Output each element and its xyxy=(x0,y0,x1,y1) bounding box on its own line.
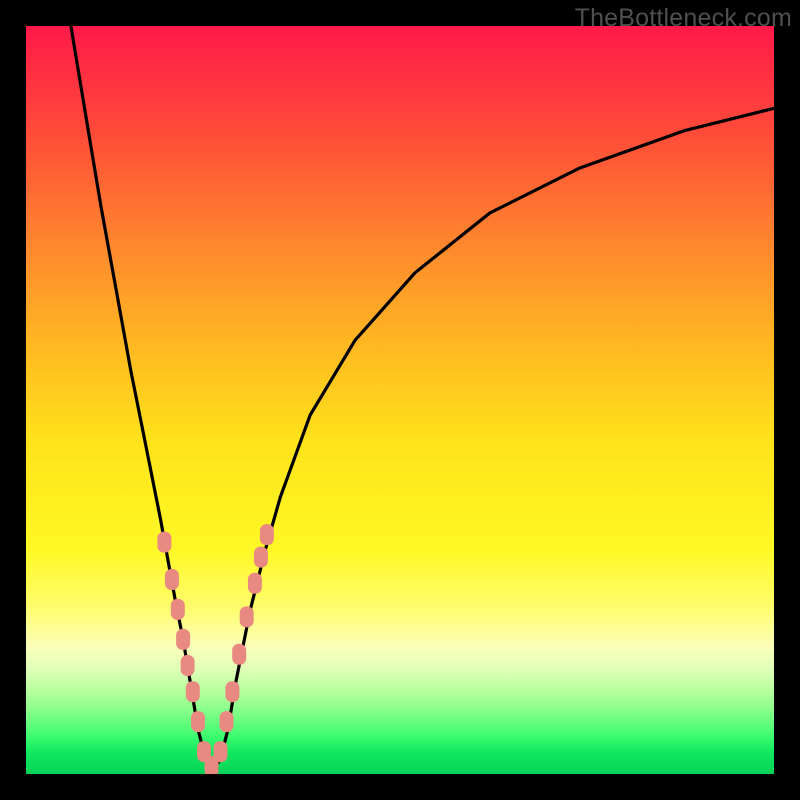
marker-point xyxy=(165,570,178,590)
marker-point xyxy=(260,525,273,545)
outer-frame: TheBottleneck.com xyxy=(0,0,800,800)
marker-point xyxy=(233,644,246,664)
chart-svg xyxy=(26,26,774,774)
marker-point xyxy=(186,682,199,702)
bottleneck-curve-path xyxy=(71,26,774,770)
marker-point xyxy=(214,742,227,762)
marker-point xyxy=(171,599,184,619)
marker-point xyxy=(158,532,171,552)
marker-point xyxy=(220,712,233,732)
marker-point xyxy=(240,607,253,627)
marker-point xyxy=(192,712,205,732)
marker-point xyxy=(181,656,194,676)
plot-area xyxy=(26,26,774,774)
marker-point xyxy=(177,629,190,649)
marker-point xyxy=(226,682,239,702)
highlighted-markers xyxy=(158,525,274,774)
marker-point xyxy=(248,573,261,593)
marker-point xyxy=(254,547,267,567)
